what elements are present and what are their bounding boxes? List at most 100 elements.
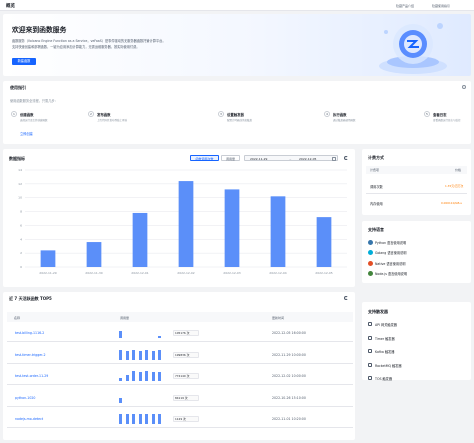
trigger-icon xyxy=(368,376,372,380)
call-count-badge: 199836 次 xyxy=(173,351,199,358)
language-doc-link[interactable]: Native 语言使用说明 xyxy=(375,261,405,266)
guide-title: 使用指引 xyxy=(10,85,26,90)
billing-price: 1.35元/百万次 xyxy=(445,184,464,188)
bar-2022-12-02[interactable] xyxy=(178,181,194,267)
trigger-doc-link[interactable]: Timer 触发器 xyxy=(375,336,395,341)
spark-bar xyxy=(145,414,149,424)
updated-time: 2022-11-29 10:00:00 xyxy=(272,352,306,357)
create-now-link[interactable]: 立即创建 xyxy=(20,131,33,136)
date-start: 2022-11-29 xyxy=(250,157,268,161)
row-divider xyxy=(7,362,353,363)
trigger-doc-link[interactable]: RocketMQ 触发器 xyxy=(375,363,402,368)
y-tick-label: 2 xyxy=(20,251,22,255)
spark-bar xyxy=(119,377,123,381)
x-tick-label: 2022-12-01 xyxy=(131,271,149,275)
intro-banner: 欢迎来到函数服务 函数服务（Volcano Engine Function as… xyxy=(3,14,471,76)
language-doc-link[interactable]: Golang 语言使用说明 xyxy=(375,250,406,255)
bar-2022-12-03[interactable] xyxy=(224,189,240,267)
step-number: 4 xyxy=(324,111,330,117)
call-sparkline xyxy=(119,349,167,360)
table-header xyxy=(7,312,353,322)
step-number: 3 xyxy=(218,111,224,117)
trigger-icon xyxy=(368,335,372,340)
spark-bar xyxy=(138,414,142,424)
settings-icon[interactable] xyxy=(462,85,466,89)
y-tick-label: 0 xyxy=(20,265,22,269)
billing-table-header xyxy=(366,166,467,174)
spark-bar xyxy=(125,414,129,424)
metrics-title: 数据指标 xyxy=(9,156,25,161)
trigger-icon xyxy=(368,362,372,367)
spark-bar xyxy=(132,371,136,381)
billing-item: 内存使用 xyxy=(370,202,383,206)
function-name-link[interactable]: python-1020 xyxy=(15,396,35,400)
bar-2022-12-05[interactable] xyxy=(316,217,332,267)
tab-invocations[interactable]: 函数调用次数 xyxy=(190,155,219,161)
bar-2022-12-01[interactable] xyxy=(132,212,148,267)
row-divider xyxy=(7,384,353,385)
trigger-doc-link[interactable]: API 网关触发器 xyxy=(375,322,397,327)
x-tick-label: 2022-11-29 xyxy=(39,271,57,275)
spark-bar xyxy=(125,375,129,381)
spark-bar xyxy=(132,414,136,424)
date-range-picker[interactable]: 2022-11-29 ~ 2022-12-05 xyxy=(244,155,338,161)
function-name-link[interactable]: nodejs-mo-detect xyxy=(15,417,43,421)
updated-time: 2022-12-05 16:00:00 xyxy=(272,331,306,335)
triggers-title: 支持触发器 xyxy=(368,309,388,314)
step-desc: 上传代码并发布到线上环境 xyxy=(97,119,128,122)
call-sparkline xyxy=(119,414,167,424)
spark-bar xyxy=(158,372,162,381)
language-doc-link[interactable]: Python 语言使用说明 xyxy=(375,240,406,245)
top5-title: 近 7 天活跃函数 TOP5 xyxy=(9,296,52,301)
refresh-icon[interactable] xyxy=(344,296,348,300)
intro-desc-2: 支持快速创建和部署函数，一键为应用添加计算能力，无需运维服务器，按实际使用付费。 xyxy=(12,45,140,49)
y-tick-label: 14 xyxy=(18,168,22,172)
trigger-doc-link[interactable]: TOS 触发器 xyxy=(375,376,392,381)
spark-bar xyxy=(158,414,162,424)
hero-illustration xyxy=(379,23,447,74)
spark-bar xyxy=(119,349,123,360)
step-desc: 选择运行语言并创建函数 xyxy=(20,119,48,122)
bar-2022-11-29[interactable] xyxy=(40,250,56,267)
updated-time: 2022-12-02 10:00:00 xyxy=(272,374,306,378)
top-bar: 概览 隐藏产品介绍 隐藏使用指引 xyxy=(0,0,474,11)
step-title: 发布函数 xyxy=(97,113,111,117)
language-doc-link[interactable]: Node.js 语言使用说明 xyxy=(375,271,407,276)
step-number: 1 xyxy=(11,111,17,117)
trigger-icon xyxy=(368,322,372,326)
x-tick-label: 2022-12-04 xyxy=(269,271,287,275)
function-name-link[interactable]: test-billing-1116-2 xyxy=(15,331,44,335)
y-tick-label: 6 xyxy=(20,223,22,227)
billing-col-price: 价格 xyxy=(455,168,462,172)
spark-bar xyxy=(125,350,129,360)
spark-bar xyxy=(132,349,136,360)
spark-bar xyxy=(151,414,155,424)
col-updated: 更新时间 xyxy=(272,316,285,320)
native-icon xyxy=(368,260,373,266)
languages-title: 支持语言 xyxy=(368,227,384,232)
function-name-link[interactable]: test-test-order-11-29 xyxy=(15,374,48,378)
updated-time: 2022-10-26 15:10:00 xyxy=(272,395,306,400)
step-title: 创建函数 xyxy=(20,113,34,117)
hide-intro-link[interactable]: 隐藏产品介绍 xyxy=(396,4,414,8)
step-desc: 通过触发器调用函数 xyxy=(333,119,356,122)
row-divider xyxy=(7,427,353,428)
hide-guide-link[interactable]: 隐藏使用指引 xyxy=(432,4,450,8)
spark-bar xyxy=(158,349,162,360)
step-title: 查看日志 xyxy=(433,113,447,117)
page-title: 概览 xyxy=(6,4,15,9)
y-tick-label: 10 xyxy=(18,196,22,200)
function-name-link[interactable]: test-timer-trigger-2 xyxy=(15,353,45,357)
date-end: 2022-12-05 xyxy=(299,157,317,161)
row-divider xyxy=(7,405,353,406)
call-sparkline xyxy=(119,371,167,381)
billing-item: 调用次数 xyxy=(370,185,383,189)
updated-time: 2022-11-01 10:20:00 xyxy=(272,417,306,421)
bar-2022-12-04[interactable] xyxy=(270,196,286,267)
tab-call-volume[interactable]: 调用量 xyxy=(221,155,240,161)
refresh-icon[interactable] xyxy=(344,156,348,160)
trigger-doc-link[interactable]: Kafka 触发器 xyxy=(375,349,394,354)
bar-2022-11-30[interactable] xyxy=(86,242,102,267)
call-count-badge: 105176 次 xyxy=(173,330,199,336)
create-function-button[interactable]: 新建函数 xyxy=(12,58,36,65)
